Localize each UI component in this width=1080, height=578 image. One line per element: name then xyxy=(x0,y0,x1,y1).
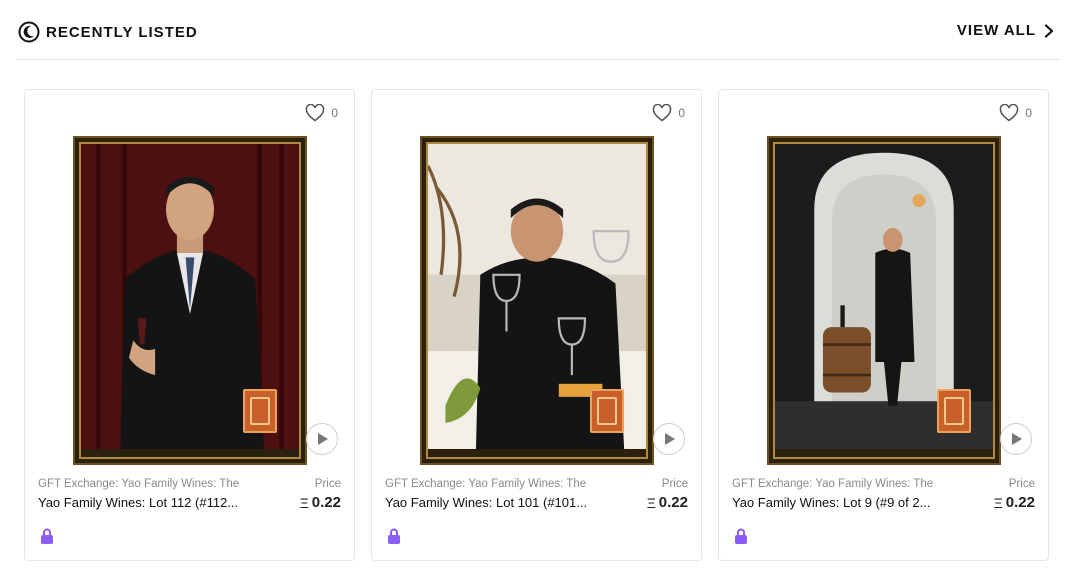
lock-icon xyxy=(388,528,400,544)
like-button[interactable]: 0 xyxy=(305,104,338,122)
eth-icon: Ξ xyxy=(299,494,309,511)
heart-icon[interactable] xyxy=(305,104,325,122)
eth-icon: Ξ xyxy=(646,494,656,511)
like-button[interactable]: 0 xyxy=(999,104,1032,122)
price-label: Price xyxy=(314,478,341,490)
play-icon[interactable] xyxy=(1011,433,1023,445)
lock-icon xyxy=(41,528,53,544)
play-icon[interactable] xyxy=(664,433,676,445)
chevron-right-icon[interactable] xyxy=(1044,23,1054,38)
play-icon[interactable] xyxy=(317,433,329,445)
like-count: 0 xyxy=(1025,106,1032,120)
nft-image-frame[interactable] xyxy=(420,136,654,465)
price-amount: 0.22 xyxy=(1005,494,1035,511)
nft-card[interactable]: 0 GFT Exchange: Yao Family Wines: The C … xyxy=(371,89,702,561)
collection-name: GFT Exchange: Yao Family Wines: The C xyxy=(732,478,937,490)
nft-image[interactable] xyxy=(79,142,301,459)
play-button[interactable] xyxy=(1000,423,1032,455)
play-button[interactable] xyxy=(653,423,685,455)
price-amount: 0.22 xyxy=(311,494,341,511)
dark-mode-icon xyxy=(18,21,40,43)
nft-card[interactable]: 0 GFT Exchange: Yao Family Wines: The C … xyxy=(718,89,1049,561)
nft-image-frame[interactable] xyxy=(73,136,307,465)
collection-name: GFT Exchange: Yao Family Wines: The C xyxy=(385,478,590,490)
section-header: RECENTLY LISTED VIEW ALL xyxy=(16,0,1060,60)
price-value: Ξ 0.22 xyxy=(994,494,1035,511)
section-title: RECENTLY LISTED xyxy=(46,23,198,41)
eth-icon: Ξ xyxy=(993,494,1003,511)
price-value: Ξ 0.22 xyxy=(300,494,341,511)
view-all-link[interactable]: VIEW ALL xyxy=(957,22,1054,39)
price-amount: 0.22 xyxy=(658,494,688,511)
play-button[interactable] xyxy=(306,423,338,455)
like-button[interactable]: 0 xyxy=(652,104,685,122)
nft-card[interactable]: 0 GFT Exchange: Yao Family Wines: The C … xyxy=(24,89,355,561)
seal-logo xyxy=(243,389,277,433)
price-value: Ξ 0.22 xyxy=(647,494,688,511)
price-label: Price xyxy=(1008,478,1035,490)
item-name[interactable]: Yao Family Wines: Lot 101 (#101... xyxy=(385,495,595,510)
section-title-group: RECENTLY LISTED xyxy=(18,21,198,43)
nft-image-frame[interactable] xyxy=(767,136,1001,465)
price-label: Price xyxy=(661,478,688,490)
item-name[interactable]: Yao Family Wines: Lot 9 (#9 of 2... xyxy=(732,495,942,510)
heart-icon[interactable] xyxy=(652,104,672,122)
view-all-label[interactable]: VIEW ALL xyxy=(957,22,1036,39)
nft-image[interactable] xyxy=(426,142,648,459)
nft-image[interactable] xyxy=(773,142,995,459)
like-count: 0 xyxy=(331,106,338,120)
item-name[interactable]: Yao Family Wines: Lot 112 (#112... xyxy=(38,495,248,510)
like-count: 0 xyxy=(678,106,685,120)
seal-logo xyxy=(937,389,971,433)
seal-logo xyxy=(590,389,624,433)
lock-icon xyxy=(735,528,747,544)
collection-name: GFT Exchange: Yao Family Wines: The C xyxy=(38,478,243,490)
heart-icon[interactable] xyxy=(999,104,1019,122)
